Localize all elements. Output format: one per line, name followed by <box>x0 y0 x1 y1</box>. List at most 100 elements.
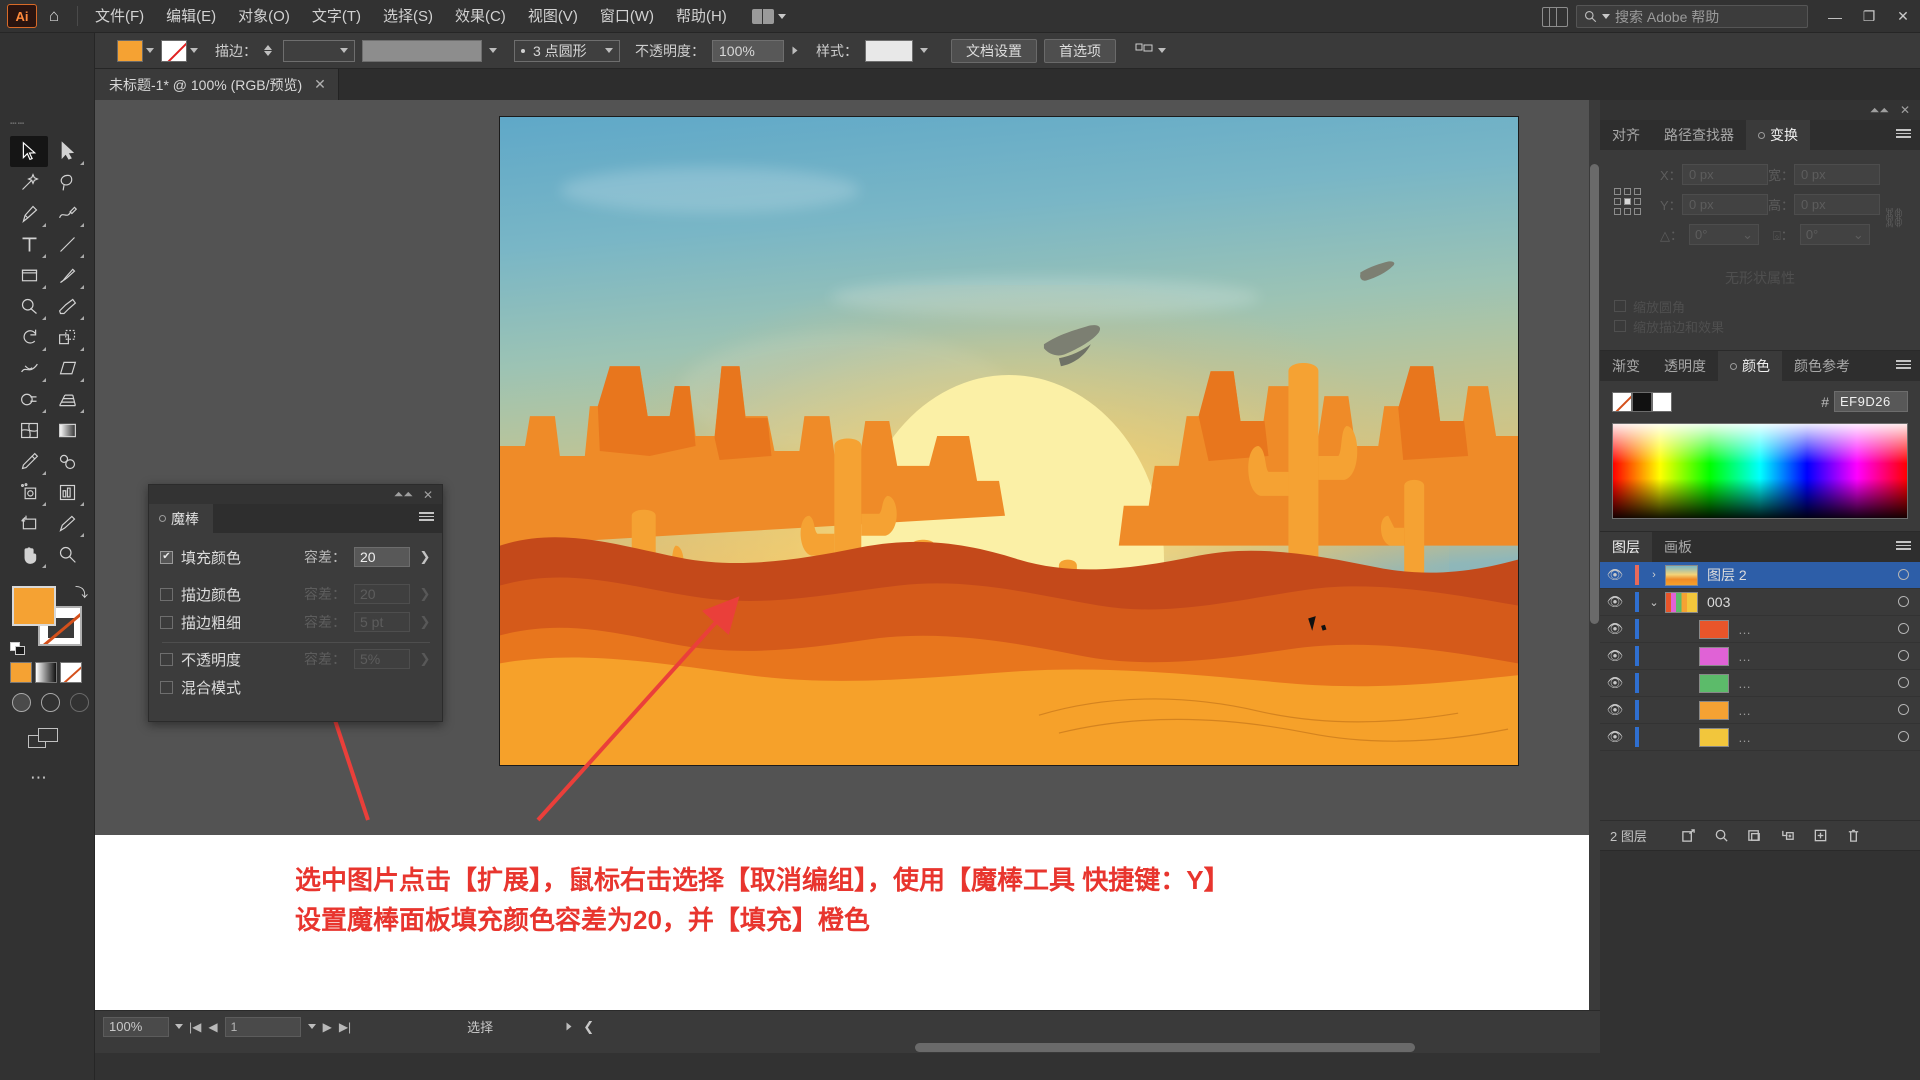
selection-tool[interactable] <box>10 136 48 167</box>
blend-mode-checkbox[interactable] <box>160 680 173 694</box>
layer-name[interactable]: … <box>1738 676 1886 691</box>
ref-point[interactable] <box>1634 188 1641 195</box>
scale-strokes-row[interactable]: 缩放描边和效果 <box>1614 316 1724 336</box>
toolbar-drag-handle[interactable]: ┄┄ <box>10 117 25 130</box>
lock-column[interactable] <box>1630 592 1643 612</box>
menu-effect[interactable]: 效果(C) <box>444 0 517 33</box>
search-input[interactable]: 搜索 Adobe 帮助 <box>1576 5 1808 28</box>
target-indicator[interactable] <box>1886 675 1920 691</box>
lock-column[interactable] <box>1630 673 1643 693</box>
scale-corners-checkbox[interactable] <box>1614 300 1626 312</box>
page-chevron-icon[interactable] <box>307 1024 316 1029</box>
document-setup-button[interactable]: 文档设置 <box>951 38 1037 63</box>
shear-chevron-icon[interactable]: ⌄ <box>1853 227 1864 243</box>
target-indicator[interactable] <box>1886 594 1920 610</box>
brush-definition-dropdown[interactable]: 3 点圆形 <box>514 39 620 62</box>
close-icon[interactable]: ✕ <box>423 488 433 502</box>
status-expand-icon[interactable] <box>566 1022 572 1031</box>
fill-tolerance-expand-icon[interactable]: ❯ <box>418 549 432 565</box>
tab-pathfinder[interactable]: 路径查找器 <box>1652 120 1746 150</box>
visibility-toggle-icon[interactable]: 👁 <box>1600 675 1630 691</box>
arrange-documents-icon[interactable] <box>1542 6 1568 27</box>
visibility-toggle-icon[interactable]: 👁 <box>1600 729 1630 745</box>
draw-inside-button[interactable] <box>70 693 89 712</box>
lock-column[interactable] <box>1630 646 1643 666</box>
slice-tool[interactable] <box>48 508 86 539</box>
stroke-weight-stepper[interactable] <box>264 45 276 56</box>
stroke-color-swatch[interactable] <box>161 39 187 62</box>
hex-input[interactable]: EF9D26 <box>1834 391 1908 412</box>
line-segment-tool[interactable] <box>48 229 86 260</box>
menu-view[interactable]: 视图(V) <box>517 0 589 33</box>
document-tab-close-icon[interactable]: ✕ <box>314 76 326 93</box>
option-stroke-color[interactable]: 描边颜色 容差： 20 ❯ <box>160 580 432 608</box>
rectangle-tool[interactable] <box>10 260 48 291</box>
menu-edit[interactable]: 编辑(E) <box>155 0 227 33</box>
visibility-toggle-icon[interactable]: 👁 <box>1600 594 1630 610</box>
menu-object[interactable]: 对象(O) <box>227 0 301 33</box>
column-graph-tool[interactable] <box>48 477 86 508</box>
vertical-scrollbar[interactable] <box>1589 100 1600 1038</box>
link-broken-icon[interactable]: ⛓ <box>1882 206 1906 230</box>
magic-wand-panel-titlebar[interactable]: ⏶⏶ ✕ <box>149 485 442 504</box>
shaper-tool[interactable] <box>10 291 48 322</box>
color-spectrum[interactable] <box>1612 423 1908 519</box>
delete-layer-icon[interactable] <box>1837 821 1870 851</box>
fill-tolerance-input[interactable]: 20 <box>354 547 410 567</box>
panel-menu-icon[interactable] <box>1896 541 1911 550</box>
lock-column[interactable] <box>1630 700 1643 720</box>
stroke-swatch-group[interactable] <box>161 39 198 62</box>
page-number-input[interactable]: 1 <box>224 1016 301 1037</box>
height-input[interactable]: 0 px <box>1794 194 1880 215</box>
stroke-profile-chevron-icon[interactable] <box>489 48 497 53</box>
make-clipping-mask-icon[interactable] <box>1738 821 1771 851</box>
shape-builder-tool[interactable] <box>10 384 48 415</box>
status-collapse-icon[interactable]: ❮ <box>583 1019 594 1035</box>
panel-menu-icon[interactable] <box>1896 129 1911 138</box>
layer-name[interactable]: 图层 2 <box>1707 565 1886 585</box>
scale-corners-row[interactable]: 缩放圆角 <box>1614 296 1724 316</box>
tab-artboards[interactable]: 画板 <box>1652 532 1704 562</box>
fill-color-box[interactable] <box>12 586 56 626</box>
gradient-tool[interactable] <box>48 415 86 446</box>
option-stroke-weight[interactable]: 描边粗细 容差： 5 pt ❯ <box>160 608 432 636</box>
menu-file[interactable]: 文件(F) <box>84 0 155 33</box>
ref-point[interactable] <box>1614 198 1621 205</box>
horizontal-scrollbar[interactable] <box>95 1042 1600 1053</box>
search-icon[interactable] <box>1705 821 1738 851</box>
layer-name[interactable]: … <box>1738 703 1886 718</box>
magic-wand-panel[interactable]: ⏶⏶ ✕ 魔棒 填充颜色 容差： 20 ❯ 描边颜色 容差： 20 ❯ 描边粗细… <box>148 484 443 722</box>
black-swatch[interactable] <box>1632 391 1652 412</box>
width-tool[interactable] <box>10 353 48 384</box>
visibility-toggle-icon[interactable]: 👁 <box>1600 621 1630 637</box>
tab-transparency[interactable]: 透明度 <box>1652 351 1718 381</box>
close-button[interactable]: ✕ <box>1886 0 1920 33</box>
reference-point-selector[interactable] <box>1614 188 1641 215</box>
menu-window[interactable]: 窗口(W) <box>589 0 665 33</box>
lasso-tool[interactable] <box>48 167 86 198</box>
white-swatch[interactable] <box>1652 391 1672 412</box>
default-fill-stroke-icon[interactable] <box>10 642 26 656</box>
tab-transform[interactable]: 变换 <box>1746 120 1810 150</box>
prev-page-icon[interactable]: ◀ <box>208 1020 217 1034</box>
stroke-weight-chevron-icon[interactable] <box>340 48 348 53</box>
align-chevron-icon[interactable] <box>1158 48 1166 53</box>
none-button[interactable] <box>60 662 82 683</box>
layers-list[interactable]: 👁 › 图层 2 👁 ⌄ 003 👁 … 👁 … 👁 … 👁 … 👁 … <box>1600 562 1920 820</box>
collapse-icon[interactable]: ⏶⏶ <box>394 487 413 502</box>
direct-selection-tool[interactable] <box>48 136 86 167</box>
none-swatch[interactable] <box>1612 391 1632 412</box>
align-dropdown[interactable] <box>1135 42 1166 60</box>
last-page-icon[interactable]: ▶| <box>339 1020 351 1034</box>
zoom-tool[interactable] <box>48 539 86 570</box>
brush-chevron-icon[interactable] <box>605 48 613 53</box>
angle-input[interactable]: 0° ⌄ <box>1689 224 1759 245</box>
table-row[interactable]: 👁 … <box>1600 616 1920 643</box>
lock-column[interactable] <box>1630 619 1643 639</box>
minimize-button[interactable]: — <box>1818 0 1852 33</box>
color-button[interactable] <box>10 662 32 683</box>
tab-magic-wand[interactable]: 魔棒 <box>149 504 213 533</box>
symbol-sprayer-tool[interactable] <box>10 477 48 508</box>
lock-column[interactable] <box>1630 727 1643 747</box>
transform-panel-titlebar[interactable]: ⏶⏶ ✕ <box>1600 100 1920 120</box>
